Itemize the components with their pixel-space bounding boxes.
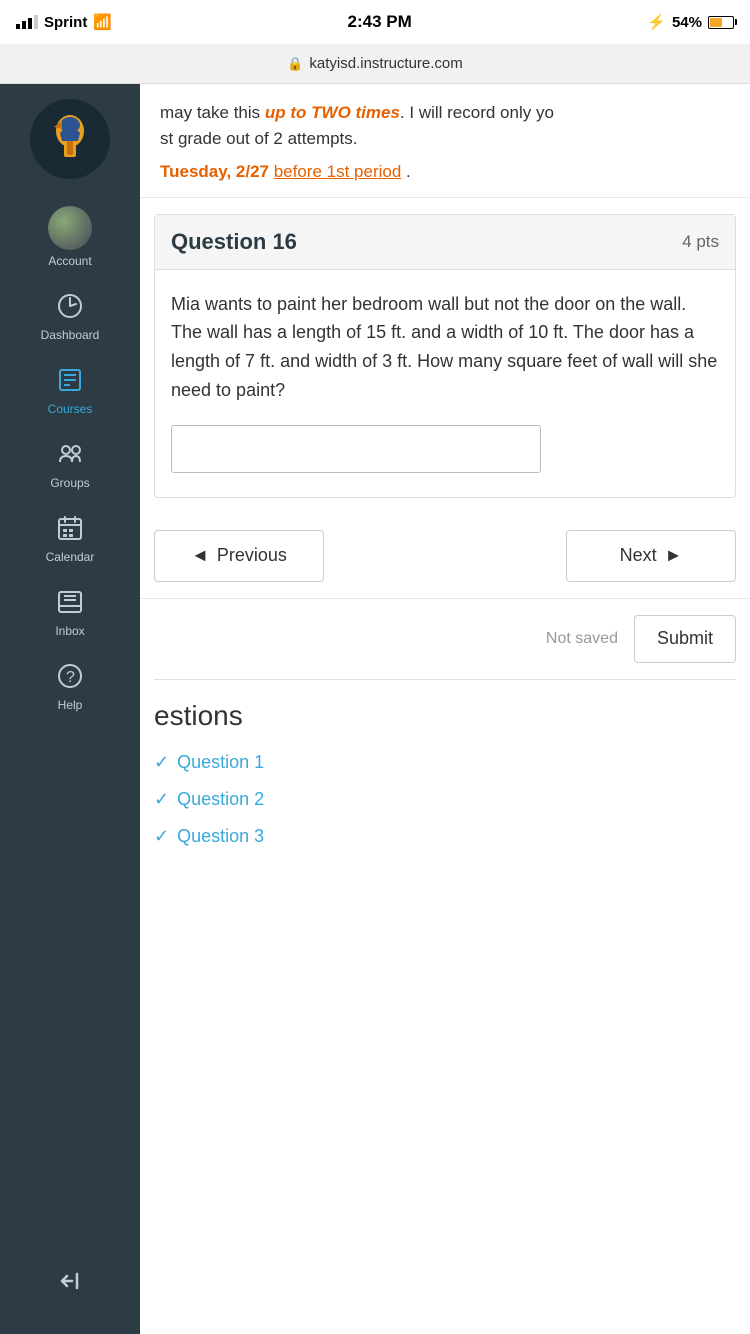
save-submit-bar: Not saved Submit (140, 598, 750, 679)
header-line2: st grade out of 2 attempts. (160, 126, 730, 152)
help-icon: ? (56, 662, 84, 694)
battery-icon (708, 16, 734, 29)
bluetooth-icon: ⚡ (647, 13, 666, 31)
url-text: katyisd.instructure.com (309, 55, 462, 72)
carrier-label: Sprint (44, 14, 87, 31)
question-text: Mia wants to paint her bedroom wall but … (171, 290, 719, 405)
sidebar-bottom (58, 1255, 82, 1334)
battery-label: 54% (672, 14, 702, 31)
question-card: Question 16 4 pts Mia wants to paint her… (154, 214, 736, 498)
collapse-icon (58, 1269, 82, 1300)
dashboard-icon (56, 292, 84, 324)
courses-icon (56, 366, 84, 398)
avatar (48, 206, 92, 250)
question-points: 4 pts (682, 232, 719, 252)
sidebar-item-courses[interactable]: Courses (0, 352, 140, 426)
check-icon-1: ✓ (154, 752, 169, 773)
question-body: Mia wants to paint her bedroom wall but … (155, 270, 735, 497)
sidebar-item-account[interactable]: Account (0, 194, 140, 278)
next-button[interactable]: Next ► (566, 530, 736, 582)
main-content: may take this up to TWO times. I will re… (140, 84, 750, 1334)
svg-text:?: ? (66, 669, 75, 686)
list-item: ✓ Question 3 (154, 818, 736, 855)
app-layout: Account Dashboard (0, 84, 750, 1334)
sidebar-item-label-courses: Courses (48, 402, 93, 416)
question-header: Question 16 4 pts (155, 215, 735, 270)
previous-label: Previous (217, 545, 287, 566)
question-link-3[interactable]: Question 3 (177, 826, 264, 847)
sidebar-logo (0, 84, 140, 194)
save-status: Not saved (546, 630, 618, 648)
sidebar-item-inbox[interactable]: Inbox (0, 574, 140, 648)
sidebar-item-label-groups: Groups (50, 476, 89, 490)
sidebar-item-dashboard[interactable]: Dashboard (0, 278, 140, 352)
list-item: ✓ Question 1 (154, 744, 736, 781)
sidebar-item-label-account: Account (48, 254, 91, 268)
wifi-icon: 📶 (93, 13, 112, 31)
status-bar: Sprint 📶 2:43 PM ⚡ 54% (0, 0, 750, 44)
school-logo (30, 99, 110, 179)
header-line3: Tuesday, 2/27 before 1st period . (160, 159, 730, 185)
sidebar-collapse-button[interactable] (58, 1255, 82, 1314)
sidebar-item-label-dashboard: Dashboard (41, 328, 100, 342)
sidebar-item-help[interactable]: ? Help (0, 648, 140, 722)
calendar-icon (56, 514, 84, 546)
navigation-buttons: ◄ Previous Next ► (140, 514, 750, 598)
questions-section-title: estions (154, 700, 736, 732)
check-icon-2: ✓ (154, 789, 169, 810)
status-right: ⚡ 54% (647, 13, 734, 31)
sidebar-item-calendar[interactable]: Calendar (0, 500, 140, 574)
groups-icon (56, 440, 84, 472)
next-arrow-icon: ► (665, 545, 683, 566)
submit-button[interactable]: Submit (634, 615, 736, 663)
answer-input[interactable] (171, 425, 541, 473)
sidebar: Account Dashboard (0, 84, 140, 1334)
questions-section: estions ✓ Question 1 ✓ Question 2 ✓ Ques… (140, 680, 750, 855)
question-link-2[interactable]: Question 2 (177, 789, 264, 810)
inbox-icon (56, 588, 84, 620)
signal-icon (16, 15, 38, 29)
sidebar-item-label-calendar: Calendar (46, 550, 95, 564)
sidebar-item-groups[interactable]: Groups (0, 426, 140, 500)
next-label: Next (620, 545, 657, 566)
content-header: may take this up to TWO times. I will re… (140, 84, 750, 198)
list-item: ✓ Question 2 (154, 781, 736, 818)
due-date-link[interactable]: before 1st period (274, 162, 402, 181)
status-left: Sprint 📶 (16, 13, 112, 31)
sidebar-item-label-help: Help (58, 698, 83, 712)
question-link-1[interactable]: Question 1 (177, 752, 264, 773)
sidebar-item-label-inbox: Inbox (55, 624, 84, 638)
check-icon-3: ✓ (154, 826, 169, 847)
url-bar[interactable]: 🔒 katyisd.instructure.com (0, 44, 750, 84)
lock-icon: 🔒 (287, 56, 303, 72)
questions-list: ✓ Question 1 ✓ Question 2 ✓ Question 3 (154, 744, 736, 855)
previous-arrow-icon: ◄ (191, 545, 209, 566)
header-line1: may take this up to TWO times. I will re… (160, 100, 730, 126)
question-title: Question 16 (171, 229, 297, 255)
time-display: 2:43 PM (348, 12, 412, 32)
previous-button[interactable]: ◄ Previous (154, 530, 324, 582)
